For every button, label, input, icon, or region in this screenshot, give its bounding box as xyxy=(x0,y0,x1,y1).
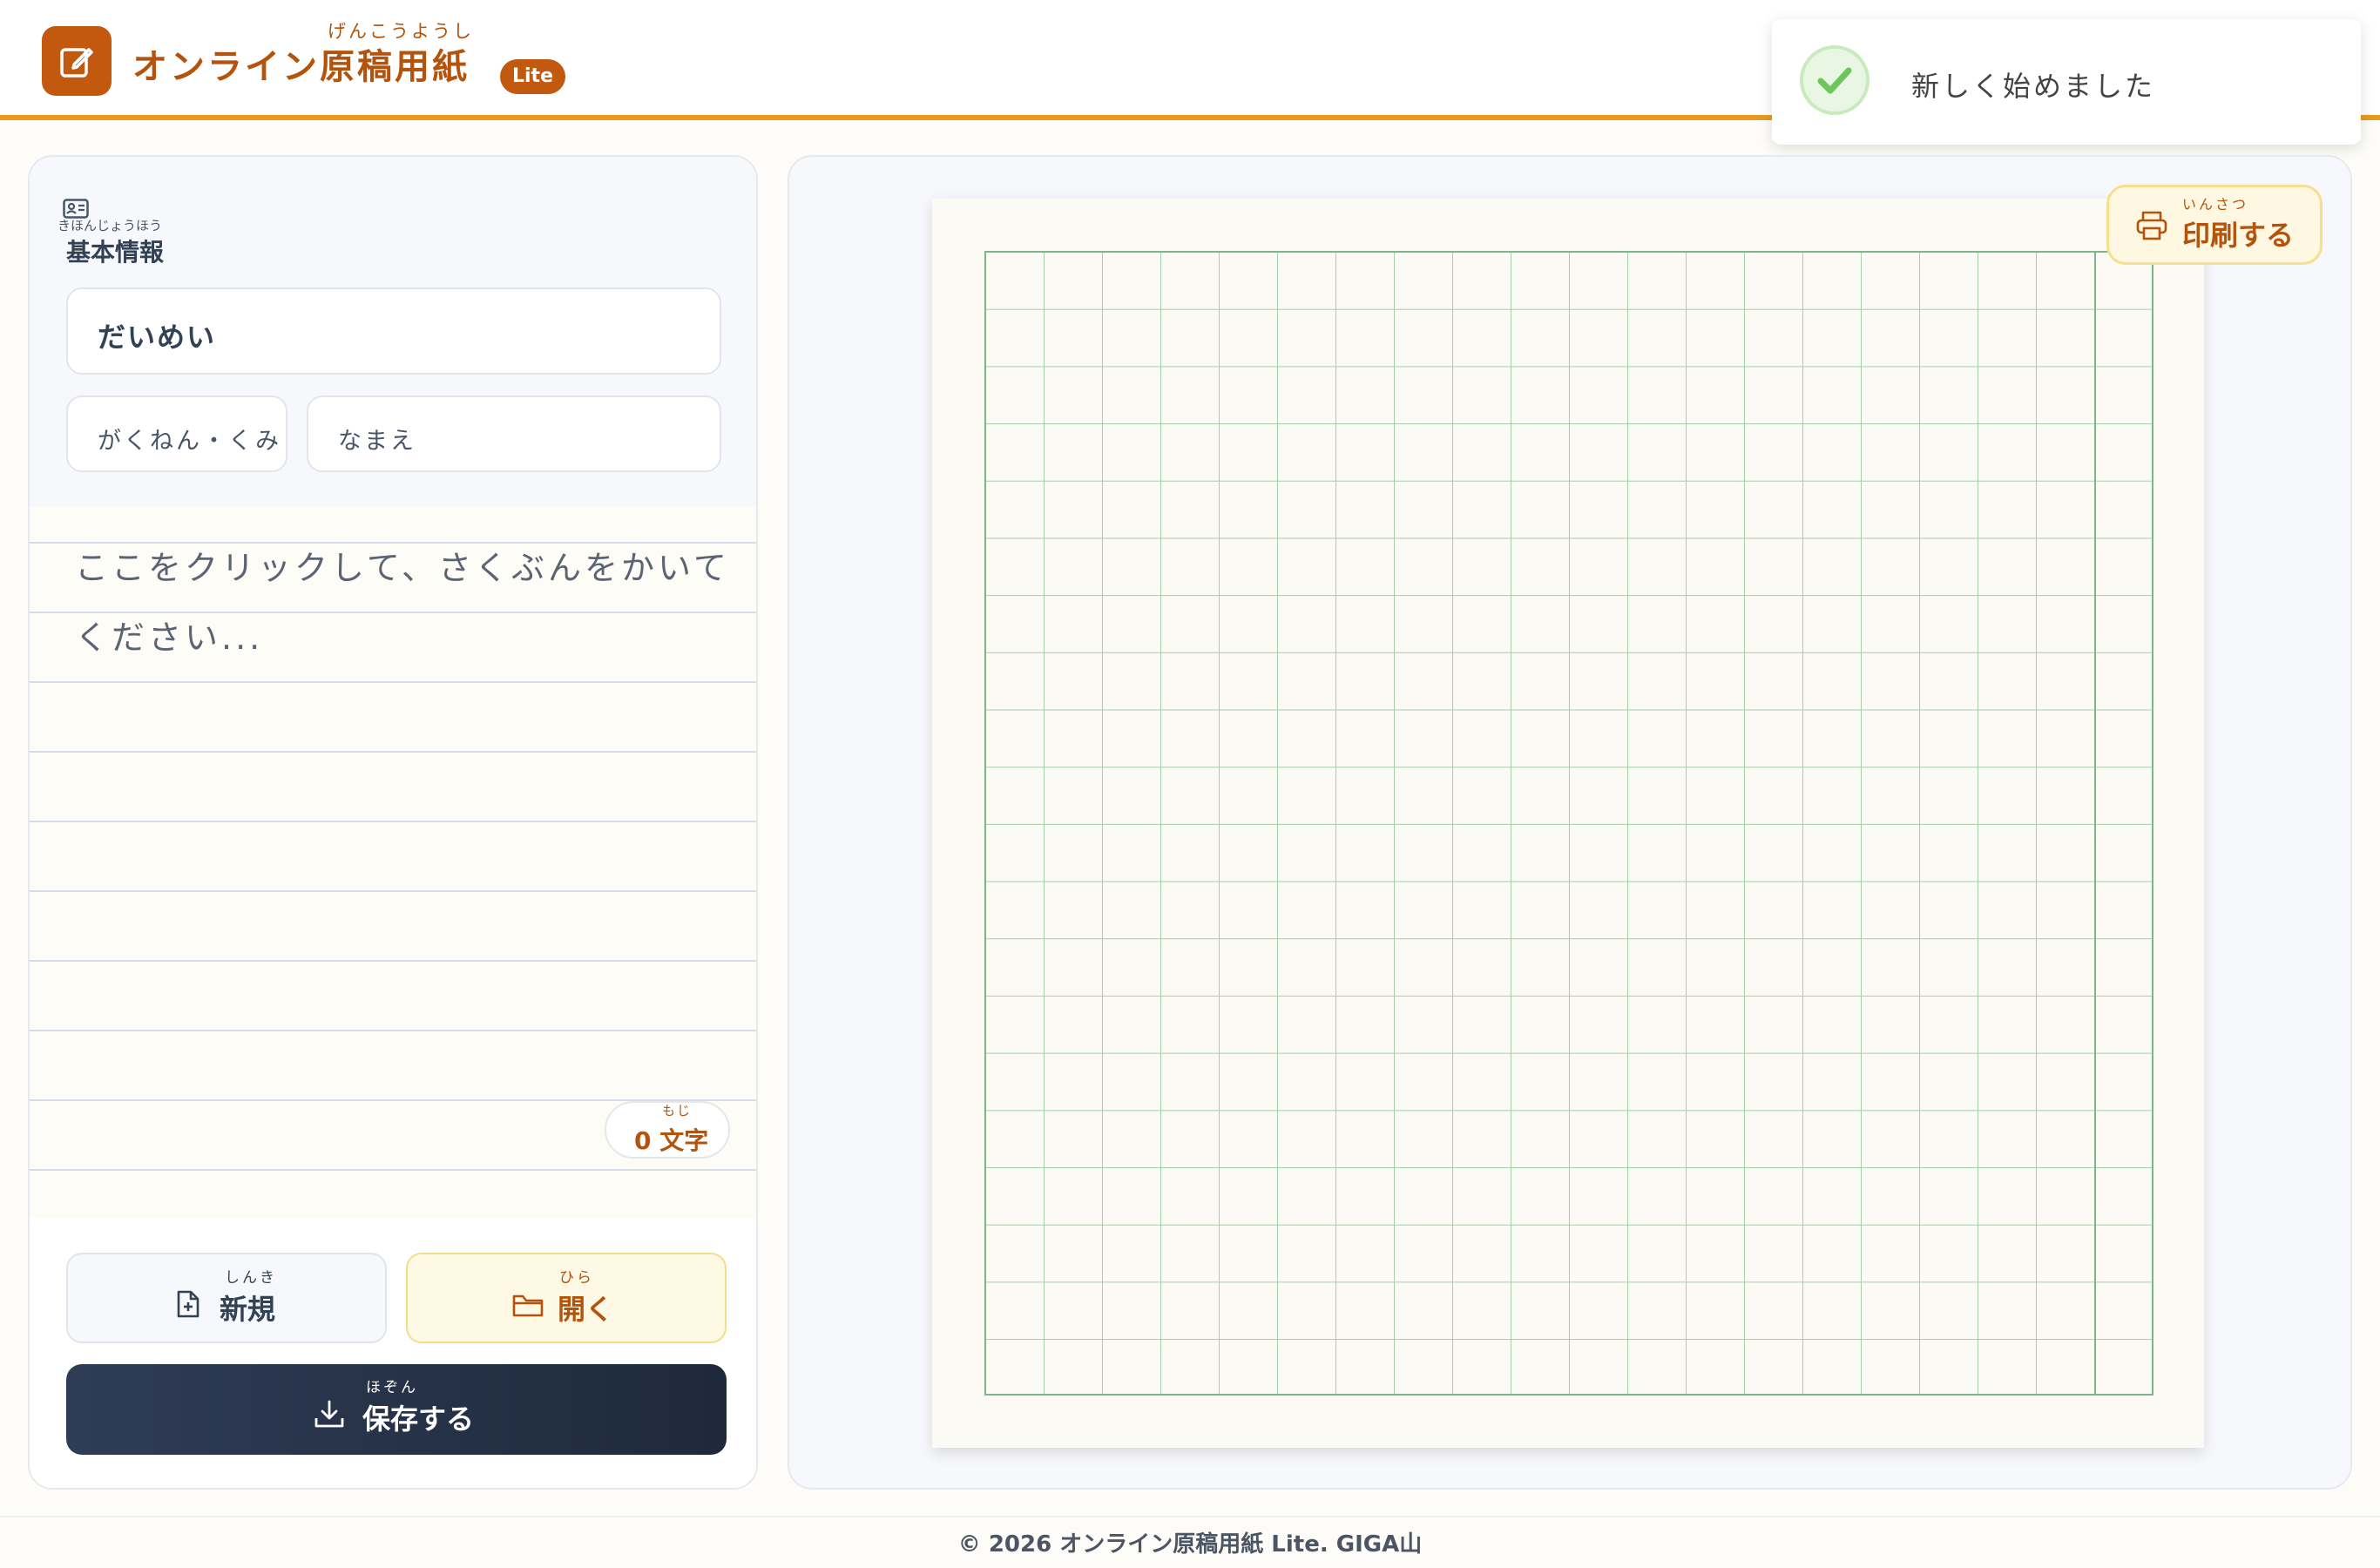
grade-field[interactable]: がくねん・くみ xyxy=(66,395,287,472)
app-title: オンライン原稿用紙 xyxy=(132,47,470,87)
manuscript-grid xyxy=(984,251,2153,1396)
save-label: 保存する xyxy=(362,1402,475,1436)
essay-textarea[interactable]: ここをクリックして、さくぶんをかいてください... xyxy=(30,507,756,1195)
info-ruby: きほんじょうほう xyxy=(57,218,163,233)
open-button[interactable]: ひら 開く xyxy=(406,1253,727,1343)
new-file-icon xyxy=(177,1290,199,1318)
folder-icon xyxy=(512,1294,544,1317)
new-ruby: しんき xyxy=(225,1269,277,1287)
app-logo xyxy=(42,26,112,96)
name-field[interactable]: なまえ xyxy=(307,395,721,472)
printer-icon xyxy=(2136,211,2167,240)
print-ruby: いんさつ xyxy=(2182,196,2249,213)
char-count-badge: もじ 0 文字 xyxy=(605,1101,730,1159)
save-ruby: ほぞん xyxy=(366,1379,418,1396)
name-placeholder: なまえ xyxy=(338,428,416,455)
ruled-line xyxy=(30,821,756,822)
footer-copyright: © 2026 オンライン原稿用紙 Lite. GIGA山 xyxy=(957,1531,1423,1558)
grade-placeholder: がくねん・くみ xyxy=(98,428,282,455)
lite-badge: Lite xyxy=(500,59,565,94)
edit-icon xyxy=(60,48,93,78)
title-placeholder: だいめい xyxy=(98,321,217,354)
basic-info-section: きほんじょうほう 基本情報 だいめい がくねん・くみ なまえ xyxy=(30,157,756,507)
print-label: 印刷する xyxy=(2182,219,2295,252)
ruled-line xyxy=(30,890,756,892)
save-button[interactable]: ほぞん 保存する xyxy=(66,1364,727,1455)
print-button[interactable]: いんさつ 印刷する xyxy=(2106,185,2323,265)
essay-placeholder: ここをクリックして、さくぶんをかいてください... xyxy=(75,549,730,657)
footer-divider xyxy=(0,1516,2380,1517)
new-label: 新規 xyxy=(220,1293,276,1326)
ruled-line xyxy=(30,1169,756,1171)
title-field[interactable]: だいめい xyxy=(66,287,721,375)
open-ruby: ひら xyxy=(559,1269,594,1287)
toast-notification: 新しく始めました xyxy=(1772,19,2361,145)
download-icon xyxy=(314,1400,344,1428)
open-label: 開く xyxy=(558,1293,614,1326)
new-button[interactable]: しんき 新規 xyxy=(66,1253,387,1343)
ruled-line xyxy=(30,960,756,962)
char-count-ruby: もじ xyxy=(662,1103,693,1119)
toast-message: 新しく始めました xyxy=(1911,70,2156,103)
check-circle-icon xyxy=(1800,45,1870,115)
ruled-line xyxy=(30,751,756,753)
ruled-line xyxy=(30,1030,756,1031)
char-count: 0 文字 xyxy=(634,1126,709,1155)
ruled-line xyxy=(30,681,756,683)
action-buttons: しんき 新規 ひら 開く ほぞん 保存する xyxy=(30,1218,756,1488)
editor-panel: きほんじょうほう 基本情報 だいめい がくねん・くみ なまえ ここをクリックして… xyxy=(28,155,758,1490)
info-label: 基本情報 xyxy=(66,238,165,267)
